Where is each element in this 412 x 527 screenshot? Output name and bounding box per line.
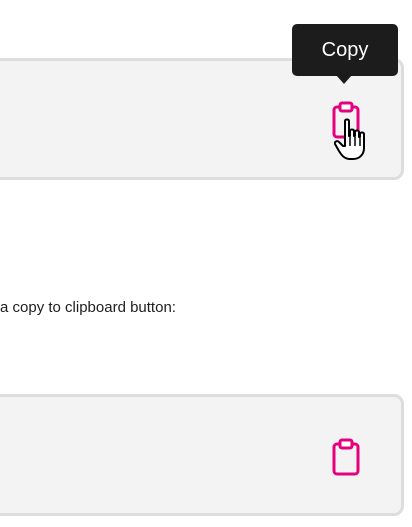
clipboard-icon	[332, 438, 360, 476]
tooltip-arrow	[336, 75, 352, 84]
page: Copy a copy to clipboard button:	[0, 0, 412, 527]
copy-to-clipboard-button-bottom[interactable]	[330, 437, 362, 477]
tooltip-label: Copy	[321, 39, 369, 61]
copy-to-clipboard-button-top[interactable]	[330, 100, 362, 140]
copy-tooltip: Copy	[292, 24, 398, 76]
clipboard-icon	[332, 101, 360, 139]
description-text: a copy to clipboard button:	[0, 299, 176, 316]
